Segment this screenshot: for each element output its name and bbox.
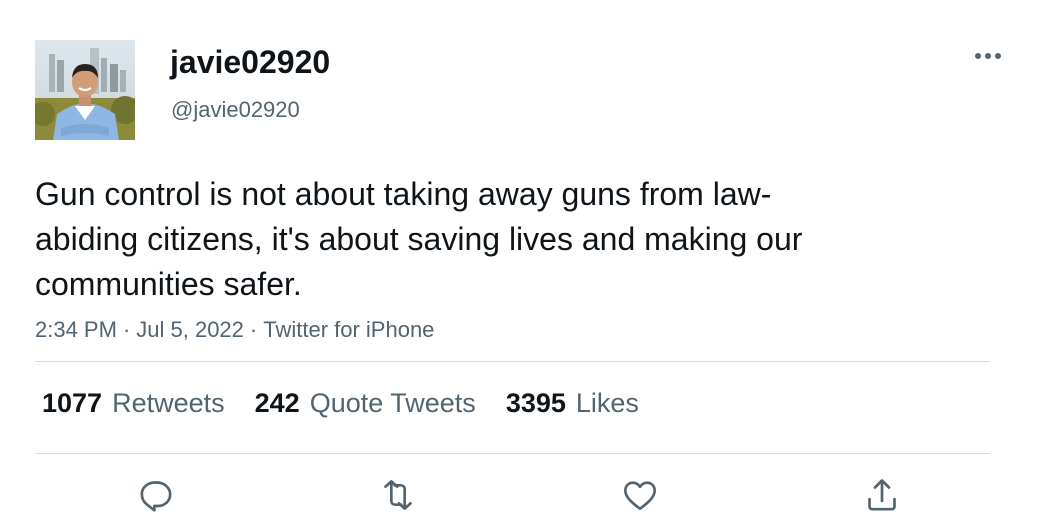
tweet-time[interactable]: 2:34 PM (35, 317, 117, 342)
retweets-count: 1077 (42, 388, 103, 418)
reply-button[interactable] (134, 473, 178, 517)
likes-stat[interactable]: 3395 Likes (506, 388, 639, 419)
more-options-icon (975, 53, 1001, 59)
share-button[interactable] (860, 473, 904, 517)
display-name[interactable]: javie02920 (170, 44, 330, 81)
engagement-stats: 1077 Retweets 242 Quote Tweets 3395 Like… (42, 388, 639, 419)
quote-tweets-stat[interactable]: 242 Quote Tweets (255, 388, 476, 419)
retweet-button[interactable] (376, 473, 420, 517)
likes-count: 3395 (505, 388, 566, 418)
tweet-date[interactable]: Jul 5, 2022 (136, 317, 244, 342)
tweet-source[interactable]: Twitter for iPhone (263, 317, 434, 342)
like-button[interactable] (618, 473, 662, 517)
retweets-stat[interactable]: 1077 Retweets (42, 388, 225, 419)
profile-photo-icon (35, 40, 135, 140)
divider (35, 453, 990, 454)
divider (35, 361, 990, 362)
share-icon (868, 479, 896, 511)
meta-separator: · (249, 317, 258, 342)
meta-separator: · (122, 317, 131, 342)
tweet-meta: 2:34 PM · Jul 5, 2022 · Twitter for iPhone (35, 317, 434, 343)
retweets-label: Retweets (112, 388, 225, 418)
tweet-text: Gun control is not about taking away gun… (35, 176, 803, 302)
quote-tweets-count: 242 (254, 388, 300, 418)
more-options-button[interactable] (970, 44, 1006, 68)
avatar[interactable] (35, 40, 135, 140)
tweet-card: javie02920 @javie02920 Gun control is no… (0, 0, 1050, 525)
like-icon (624, 481, 656, 510)
reply-icon (140, 481, 172, 512)
retweet-icon (384, 480, 412, 510)
likes-label: Likes (575, 388, 639, 418)
user-handle[interactable]: @javie02920 (171, 97, 300, 123)
quote-tweets-label: Quote Tweets (309, 388, 476, 418)
